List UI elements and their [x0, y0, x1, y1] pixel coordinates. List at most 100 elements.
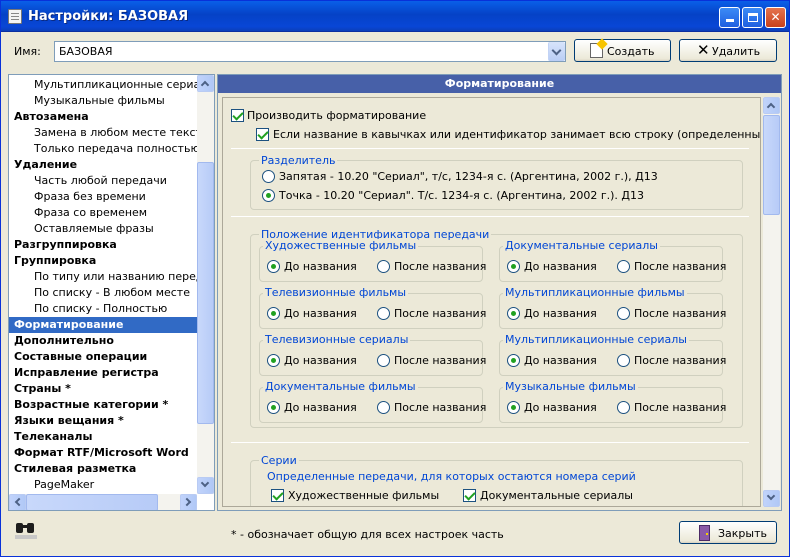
tree-vertical-scrollbar[interactable] — [197, 75, 214, 494]
position-before-label[interactable]: До названия — [284, 260, 357, 274]
position-after-radio[interactable] — [377, 401, 390, 414]
position-before-radio[interactable] — [507, 260, 520, 273]
position-after-radio[interactable] — [377, 260, 390, 273]
tree-subitem[interactable]: По списку - В любом месте — [9, 285, 197, 301]
tree-category[interactable]: Дополнительно — [9, 333, 197, 349]
tree-category[interactable]: Группировка — [9, 253, 197, 269]
position-after-radio[interactable] — [617, 401, 630, 414]
tree-subitem[interactable]: Замена в любом месте текста — [9, 125, 197, 141]
separator-dot-radio[interactable] — [262, 189, 275, 202]
tree-category[interactable]: Составные операции — [9, 349, 197, 365]
tree-subitem[interactable]: Только передача полностью — [9, 141, 197, 157]
exit-door-icon — [699, 525, 710, 541]
maximize-button[interactable] — [742, 7, 763, 28]
series-doc-series-checkbox[interactable] — [463, 489, 476, 502]
position-after-label[interactable]: После названия — [394, 260, 486, 274]
position-after-radio[interactable] — [617, 354, 630, 367]
position-before-radio[interactable] — [267, 401, 280, 414]
panel-scroll-thumb[interactable] — [763, 115, 780, 215]
delete-button[interactable]: ✕ Удалить — [679, 39, 777, 62]
tree-subitem[interactable]: Музыкальные фильмы — [9, 93, 197, 109]
tree-horizontal-scrollbar[interactable] — [9, 494, 197, 510]
tree-scroll-down-button[interactable] — [197, 477, 214, 494]
tree-subitem[interactable]: По списку - Полностью — [9, 301, 197, 317]
position-after-label[interactable]: После названия — [634, 260, 726, 274]
position-before-radio[interactable] — [507, 307, 520, 320]
position-group-title: Телевизионные сериалы — [263, 333, 411, 347]
tree-category[interactable]: Формат RTF/Microsoft Word — [9, 445, 197, 461]
panel-vertical-scrollbar[interactable] — [763, 97, 780, 507]
do-format-label[interactable]: Производить форматирование — [247, 109, 426, 123]
tree-subitem[interactable]: Оставляемые фразы — [9, 221, 197, 237]
series-feature-films-label[interactable]: Художественные фильмы — [288, 489, 439, 503]
minimize-button[interactable] — [719, 7, 740, 28]
full-line-checkbox[interactable] — [256, 128, 269, 141]
position-after-label[interactable]: После названия — [394, 401, 486, 415]
arrow-left-icon — [14, 497, 24, 507]
tree-category[interactable]: Удаление — [9, 157, 197, 173]
tree-subitem[interactable]: Часть любой передачи — [9, 173, 197, 189]
position-before-label[interactable]: До названия — [284, 401, 357, 415]
position-before-radio[interactable] — [267, 354, 280, 367]
tree-category[interactable]: Автозамена — [9, 109, 197, 125]
profile-name-combobox[interactable]: БАЗОВАЯ — [54, 41, 566, 62]
profile-dropdown-button[interactable] — [548, 42, 565, 61]
tree-category[interactable]: Стилевая разметка — [9, 461, 197, 477]
position-before-radio[interactable] — [507, 354, 520, 367]
tree-subitem[interactable]: Фраза со временем — [9, 205, 197, 221]
tree-subitem[interactable]: По типу или названию передачи — [9, 269, 197, 285]
position-before-label[interactable]: До названия — [524, 401, 597, 415]
close-settings-button[interactable]: Закрыть — [679, 521, 777, 544]
position-after-radio[interactable] — [617, 260, 630, 273]
position-after-label[interactable]: После названия — [394, 354, 486, 368]
position-before-label[interactable]: До названия — [524, 307, 597, 321]
tree-subitem[interactable]: Мультипликационные сериалы — [9, 77, 197, 93]
position-after-label[interactable]: После названия — [634, 401, 726, 415]
position-before-label[interactable]: До названия — [524, 260, 597, 274]
tree-category[interactable]: Телеканалы — [9, 429, 197, 445]
position-before-label[interactable]: До названия — [524, 354, 597, 368]
tree-scroll-up-button[interactable] — [197, 75, 214, 92]
position-before-radio[interactable] — [267, 307, 280, 320]
binoculars-icon[interactable] — [14, 521, 38, 541]
title-bar[interactable]: Настройки: БАЗОВАЯ ✕ — [1, 1, 789, 32]
do-format-checkbox[interactable] — [231, 109, 244, 122]
tree-category[interactable]: Разгруппировка — [9, 237, 197, 253]
full-line-label[interactable]: Если название в кавычках или идентификат… — [273, 128, 760, 142]
separator-dot-label[interactable]: Точка - 10.20 "Сериал". Т/с. 1234-я с. (… — [279, 189, 644, 203]
panel-scroll-up-button[interactable] — [763, 97, 780, 114]
close-window-button[interactable]: ✕ — [765, 7, 786, 28]
tree-category[interactable]: Форматирование — [9, 317, 197, 333]
series-feature-films-checkbox[interactable] — [271, 489, 284, 502]
position-after-radio[interactable] — [617, 307, 630, 320]
tree-category[interactable]: Исправление регистра — [9, 365, 197, 381]
create-button[interactable]: Создать — [574, 39, 671, 62]
position-before-radio[interactable] — [267, 260, 280, 273]
position-after-label[interactable]: После названия — [634, 354, 726, 368]
position-after-radio[interactable] — [377, 307, 390, 320]
tree-subitem[interactable]: PageMaker — [9, 477, 197, 493]
tree-hscroll-thumb[interactable] — [26, 494, 158, 510]
app-document-icon — [8, 9, 22, 24]
tree-category[interactable]: Возрастные категории * — [9, 397, 197, 413]
position-before-label[interactable]: До названия — [284, 307, 357, 321]
separator-comma-label[interactable]: Запятая - 10.20 "Сериал", т/с, 1234-я с.… — [279, 170, 658, 184]
tree-subitem[interactable]: Фраза без времени — [9, 189, 197, 205]
panel-scroll-down-button[interactable] — [763, 490, 780, 507]
position-group-title: Документальные сериалы — [503, 239, 660, 253]
tree-scroll-left-button[interactable] — [9, 494, 26, 510]
tree-scroll-right-button[interactable] — [180, 494, 197, 510]
profile-name-value[interactable]: БАЗОВАЯ — [59, 45, 113, 58]
tree-category[interactable]: Страны * — [9, 381, 197, 397]
position-after-label[interactable]: После названия — [634, 307, 726, 321]
position-after-label[interactable]: После названия — [394, 307, 486, 321]
settings-tree[interactable]: Мультипликационные сериалыМузыкальные фи… — [8, 74, 215, 511]
position-group-title: Музыкальные фильмы — [503, 380, 638, 394]
series-doc-series-label[interactable]: Документальные сериалы — [480, 489, 633, 503]
position-after-radio[interactable] — [377, 354, 390, 367]
separator-comma-radio[interactable] — [262, 170, 275, 183]
position-before-label[interactable]: До названия — [284, 354, 357, 368]
tree-category[interactable]: Языки вещания * — [9, 413, 197, 429]
position-before-radio[interactable] — [507, 401, 520, 414]
tree-scroll-thumb[interactable] — [197, 162, 214, 424]
